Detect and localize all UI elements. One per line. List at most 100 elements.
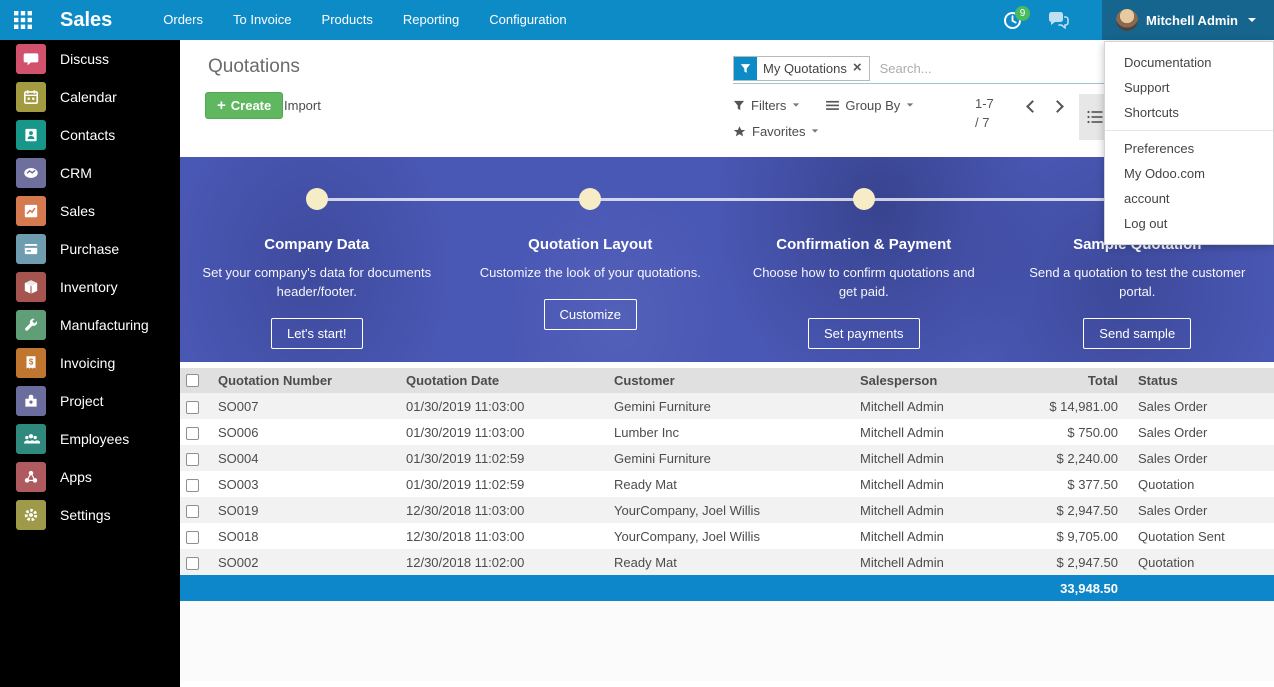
user-menu-button[interactable]: Mitchell Admin — [1102, 0, 1274, 40]
menu-orders[interactable]: Orders — [150, 0, 216, 40]
menu-divider — [1105, 130, 1273, 131]
invoicing-icon: $ — [16, 348, 46, 378]
bars-icon — [826, 100, 839, 111]
menu-products[interactable]: Products — [309, 0, 386, 40]
inventory-icon — [16, 272, 46, 302]
menu-item-support[interactable]: Support — [1105, 75, 1273, 100]
cell-total: $ 2,240.00 — [1010, 445, 1128, 471]
pager-previous-button[interactable] — [1026, 100, 1039, 113]
table-row[interactable]: SO003 01/30/2019 11:02:59 Ready Mat Mitc… — [180, 471, 1274, 497]
table-row[interactable]: SO004 01/30/2019 11:02:59 Gemini Furnitu… — [180, 445, 1274, 471]
page-title: Quotations — [208, 56, 300, 78]
plus-icon: + — [217, 97, 226, 114]
sidebar-item-sales[interactable]: Sales — [0, 192, 180, 230]
calendar-icon — [16, 82, 46, 112]
menu-reporting[interactable]: Reporting — [390, 0, 472, 40]
cell-total: $ 9,705.00 — [1010, 523, 1128, 549]
svg-text:$: $ — [29, 358, 34, 367]
table-row[interactable]: SO019 12/30/2018 11:03:00 YourCompany, J… — [180, 497, 1274, 523]
sidebar-item-manufacturing[interactable]: Manufacturing — [0, 306, 180, 344]
select-all-checkbox[interactable] — [186, 374, 199, 387]
facet-remove-icon[interactable]: × — [853, 57, 869, 80]
create-button-label: Create — [231, 98, 271, 113]
apps-grid-icon[interactable] — [0, 0, 46, 40]
chat-bubbles-icon — [1048, 11, 1069, 29]
menu-item-shortcuts[interactable]: Shortcuts — [1105, 100, 1273, 125]
cell-quotation-date: 01/30/2019 11:02:59 — [396, 445, 604, 471]
cell-quotation-number: SO003 — [208, 471, 396, 497]
col-header-status[interactable]: Status — [1128, 368, 1274, 393]
sidebar-item-contacts[interactable]: Contacts — [0, 116, 180, 154]
sidebar-item-crm[interactable]: CRM — [0, 154, 180, 192]
onboarding-step-confirmation-payment: Confirmation & Payment Choose how to con… — [727, 157, 1001, 362]
menu-item-preferences[interactable]: Preferences — [1105, 136, 1273, 161]
menu-item-odoo-account[interactable]: My Odoo.com account — [1105, 161, 1273, 211]
sidebar-label: Project — [60, 393, 104, 409]
quotations-list: Quotation Number Quotation Date Customer… — [180, 368, 1274, 681]
sidebar-label: Employees — [60, 431, 129, 447]
table-row[interactable]: SO018 12/30/2018 11:03:00 YourCompany, J… — [180, 523, 1274, 549]
cell-quotation-number: SO006 — [208, 419, 396, 445]
sidebar-item-apps[interactable]: Apps — [0, 458, 180, 496]
step-description: Customize the look of your quotations. — [475, 263, 705, 282]
row-checkbox[interactable] — [186, 531, 199, 544]
set-payments-button[interactable]: Set payments — [808, 318, 920, 349]
table-row[interactable]: SO007 01/30/2019 11:03:00 Gemini Furnitu… — [180, 393, 1274, 419]
send-sample-button[interactable]: Send sample — [1083, 318, 1191, 349]
sidebar-item-discuss[interactable]: Discuss — [0, 40, 180, 78]
sidebar-item-invoicing[interactable]: $ Invoicing — [0, 344, 180, 382]
row-checkbox[interactable] — [186, 479, 199, 492]
sidebar-label: Contacts — [60, 127, 115, 143]
col-header-customer[interactable]: Customer — [604, 368, 850, 393]
row-checkbox[interactable] — [186, 453, 199, 466]
activity-menu-button[interactable]: 9 — [992, 0, 1032, 40]
favorites-dropdown[interactable]: Favorites — [733, 118, 819, 144]
menu-item-documentation[interactable]: Documentation — [1105, 50, 1273, 75]
menu-to-invoice[interactable]: To Invoice — [220, 0, 305, 40]
row-checkbox[interactable] — [186, 505, 199, 518]
sidebar-item-inventory[interactable]: Inventory — [0, 268, 180, 306]
cell-status: Sales Order — [1128, 393, 1274, 419]
sidebar-item-settings[interactable]: Settings — [0, 496, 180, 534]
settings-gear-icon — [16, 500, 46, 530]
lets-start-button[interactable]: Let's start! — [271, 318, 363, 349]
col-header-quotation-date[interactable]: Quotation Date — [396, 368, 604, 393]
table-row[interactable]: SO002 12/30/2018 11:02:00 Ready Mat Mitc… — [180, 549, 1274, 575]
sales-icon — [16, 196, 46, 226]
table-row[interactable]: SO006 01/30/2019 11:03:00 Lumber Inc Mit… — [180, 419, 1274, 445]
contacts-icon — [16, 120, 46, 150]
list-view-icon — [1087, 110, 1103, 124]
chevron-down-icon — [907, 103, 913, 106]
search-facet: My Quotations × — [733, 56, 870, 81]
customize-button[interactable]: Customize — [544, 299, 637, 330]
sidebar-item-purchase[interactable]: Purchase — [0, 230, 180, 268]
groupby-dropdown[interactable]: Group By — [826, 92, 914, 118]
col-header-salesperson[interactable]: Salesperson — [850, 368, 1010, 393]
sidebar-item-employees[interactable]: Employees — [0, 420, 180, 458]
col-header-quotation-number[interactable]: Quotation Number — [208, 368, 396, 393]
cell-customer: Gemini Furniture — [604, 445, 850, 471]
cell-customer: Ready Mat — [604, 471, 850, 497]
user-avatar — [1116, 9, 1138, 31]
table-header-row: Quotation Number Quotation Date Customer… — [180, 368, 1274, 393]
sidebar-label: Calendar — [60, 89, 117, 105]
app-title[interactable]: Sales — [60, 9, 112, 32]
sidebar-label: Manufacturing — [60, 317, 149, 333]
search-input[interactable]: Search... — [880, 61, 932, 76]
row-checkbox[interactable] — [186, 557, 199, 570]
row-checkbox[interactable] — [186, 427, 199, 440]
cell-salesperson: Mitchell Admin — [850, 549, 1010, 575]
messages-menu-button[interactable] — [1038, 0, 1078, 40]
menu-configuration[interactable]: Configuration — [476, 0, 579, 40]
cell-status: Quotation Sent — [1128, 523, 1274, 549]
sidebar-item-project[interactable]: Project — [0, 382, 180, 420]
star-icon — [733, 125, 746, 138]
pager-next-button[interactable] — [1051, 100, 1064, 113]
create-button[interactable]: + Create — [205, 92, 283, 119]
import-link[interactable]: Import — [284, 92, 321, 119]
menu-item-log-out[interactable]: Log out — [1105, 211, 1273, 236]
filters-dropdown[interactable]: Filters — [733, 92, 800, 118]
row-checkbox[interactable] — [186, 401, 199, 414]
col-header-total[interactable]: Total — [1010, 368, 1128, 393]
sidebar-item-calendar[interactable]: Calendar — [0, 78, 180, 116]
